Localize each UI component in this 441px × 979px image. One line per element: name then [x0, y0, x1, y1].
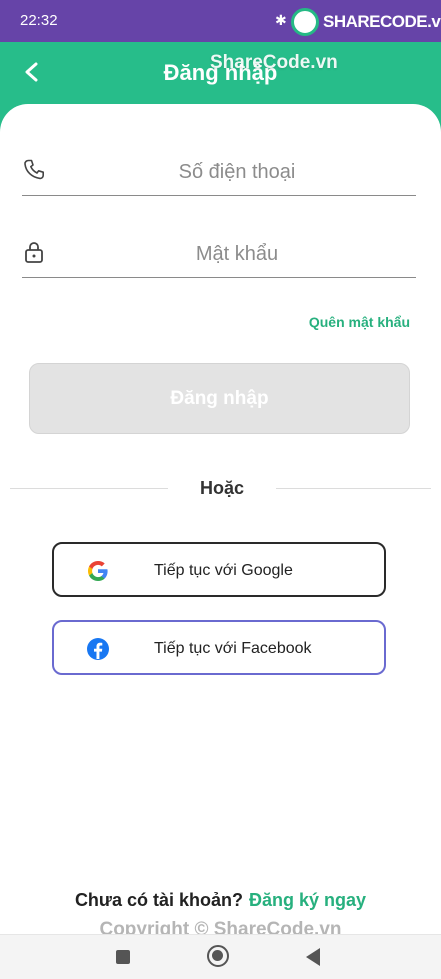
google-icon — [88, 561, 108, 581]
bluetooth-icon: ✱ — [275, 12, 287, 28]
phone-icon — [24, 159, 44, 180]
login-screen: 22:32 ✱ SHARECODE.vn Đăng nhập ShareCode… — [0, 0, 441, 979]
sharecode-logo-text: SHARECODE.vn — [323, 12, 441, 31]
phone-input[interactable] — [58, 154, 416, 190]
watermark: ShareCode.vn — [210, 52, 338, 73]
status-time: 22:32 — [20, 12, 58, 29]
login-button[interactable]: Đăng nhập — [29, 363, 410, 434]
google-login-button[interactable]: Tiếp tục với Google — [52, 542, 386, 597]
password-input[interactable] — [58, 236, 416, 272]
nav-home-icon[interactable] — [207, 945, 229, 967]
divider-right — [276, 488, 431, 489]
divider-label: Hoặc — [199, 478, 244, 498]
status-icons: ✱ SHARECODE.vn — [275, 8, 441, 36]
facebook-login-button[interactable]: Tiếp tục với Facebook — [52, 620, 386, 675]
signup-link[interactable]: Đăng ký ngay — [249, 890, 366, 910]
divider-left — [10, 488, 168, 489]
lock-icon — [25, 242, 43, 263]
google-label: Tiếp tục với Google — [154, 562, 293, 579]
nav-back-icon[interactable] — [306, 948, 320, 966]
phone-field — [22, 150, 416, 196]
facebook-label: Tiếp tục với Facebook — [154, 640, 312, 657]
nav-recents-icon[interactable] — [116, 950, 130, 964]
status-bar: 22:32 ✱ SHARECODE.vn — [0, 0, 441, 42]
sharecode-logo-icon — [291, 8, 319, 36]
signup-prompt: Chưa có tài khoản? — [74, 890, 243, 910]
facebook-icon — [87, 638, 109, 660]
system-nav-bar — [0, 934, 441, 979]
signup-row: Chưa có tài khoản? Đăng ký ngay — [0, 890, 441, 911]
login-card — [0, 104, 441, 934]
password-field — [22, 232, 416, 278]
forgot-password-link[interactable]: Quên mật khẩu — [309, 314, 410, 330]
